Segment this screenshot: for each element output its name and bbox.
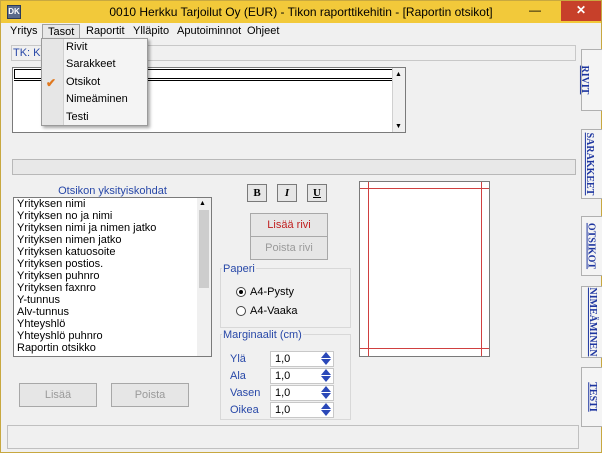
list-item[interactable]: Yrityksen puhnro [14,270,211,282]
tab-nimeaminen[interactable]: NIMEÄMINEN [581,286,602,358]
menu-item-nimeaminen[interactable]: Nimeäminen [66,91,128,108]
preview-margin-left [368,182,369,356]
margin-left-value[interactable]: 1,0 [275,387,290,399]
tab-sarakkeet[interactable]: SARAKKEET [581,129,602,199]
list-item[interactable]: Yrityksen postios. [14,258,211,270]
title-bar: DK 0010 Herkku Tarjoilut Oy (EUR) - Tiko… [1,1,601,23]
menu-aputoiminnot[interactable]: Aputoiminnot [172,24,246,39]
minimize-icon[interactable]: — [523,1,547,21]
list-item[interactable]: Raportin otsikko [14,342,211,354]
scroll-up-icon[interactable]: ▲ [395,70,402,79]
margin-top-field[interactable]: 1,0 [270,351,334,367]
fields-list-label: Otsikon yksityiskohdat [58,185,167,197]
radio-a4-vaaka-label[interactable]: A4-Vaaka [250,305,298,317]
preview-margin-right [481,182,482,356]
remove-row-button[interactable]: Poista rivi [250,236,328,260]
tab-otsikot[interactable]: OTSIKOT [581,216,602,276]
list-item[interactable]: Yrityksen nimi [14,198,211,210]
menu-tasot[interactable]: Tasot [42,24,81,39]
preview-margin-top [360,188,489,189]
margin-top-value[interactable]: 1,0 [275,353,290,365]
preview-margin-bottom [360,348,489,349]
italic-button[interactable]: I [277,184,297,202]
radio-a4-vaaka[interactable] [236,306,246,316]
radio-a4-pysty[interactable] [236,287,246,297]
app-window: DK 0010 Herkku Tarjoilut Oy (EUR) - Tiko… [0,0,602,453]
margin-top-label: Ylä [230,353,246,365]
status-bar [7,425,579,449]
tab-testi[interactable]: TESTI [581,367,602,427]
close-icon[interactable]: ✕ [561,1,601,21]
margin-right-label: Oikea [230,404,259,416]
paper-group [220,268,351,328]
spin-icon[interactable] [321,403,331,417]
scroll-down-icon[interactable]: ▼ [395,122,402,131]
menu-yritys[interactable]: Yritys [5,24,43,39]
menu-item-otsikot[interactable]: Otsikot [66,74,100,91]
list-item[interactable]: Y-tunnus [14,294,211,306]
remove-button[interactable]: Poista [111,383,189,407]
margin-bottom-field[interactable]: 1,0 [270,368,334,384]
list-item[interactable]: Yrityksen no ja nimi [14,210,211,222]
fields-list[interactable]: Yrityksen nimi Yrityksen no ja nimi Yrit… [13,197,212,357]
bold-button[interactable]: B [247,184,267,202]
page-preview [359,181,490,357]
edit-bar[interactable] [12,159,576,175]
menu-item-testi[interactable]: Testi [66,109,89,126]
window-title: 0010 Herkku Tarjoilut Oy (EUR) - Tikon r… [109,5,493,19]
list-item[interactable]: Alv-tunnus [14,306,211,318]
menu-ohjeet[interactable]: Ohjeet [242,24,284,39]
list-item[interactable]: Yrityksen katuosoite [14,246,211,258]
add-button[interactable]: Lisää [19,383,97,407]
scroll-thumb[interactable] [199,210,209,288]
margin-bottom-label: Ala [230,370,246,382]
menu-raportit[interactable]: Raportit [81,24,130,39]
scroll-up-icon[interactable]: ▲ [199,199,206,208]
checkmark-icon: ✔ [46,76,57,90]
tab-otsikot-label: OTSIKOT [585,222,597,270]
spin-icon[interactable] [321,386,331,400]
radio-a4-pysty-label[interactable]: A4-Pysty [250,286,294,298]
list-item[interactable]: Yhteyshlö [14,318,211,330]
add-row-button[interactable]: Lisää rivi [250,213,328,237]
list-item[interactable]: Yrityksen nimi ja nimen jatko [14,222,211,234]
tasot-dropdown: ✔ Rivit Sarakkeet Otsikot Nimeäminen Tes… [41,38,148,126]
tab-rivit-label: RIVIT [578,65,590,95]
list-scrollbar[interactable]: ▲ [197,198,211,356]
grid-scrollbar[interactable]: ▲ ▼ [392,68,405,132]
underline-button[interactable]: U [307,184,327,202]
margin-left-field[interactable]: 1,0 [270,385,334,401]
margin-right-value[interactable]: 1,0 [275,404,290,416]
menu-bar: Yritys Tasot Raportit Ylläpito Aputoimin… [1,23,601,39]
margins-label: Marginaalit (cm) [222,329,303,341]
tab-sarakkeet-label: SARAKKEET [583,132,595,196]
margin-right-field[interactable]: 1,0 [270,402,334,418]
tab-rivit[interactable]: RIVIT [578,49,602,111]
tab-nimeaminen-label: NIMEÄMINEN [586,287,598,357]
menu-yllapito[interactable]: Ylläpito [128,24,174,39]
margin-left-label: Vasen [230,387,261,399]
menu-item-sarakkeet[interactable]: Sarakkeet [66,56,116,73]
list-item[interactable]: Yrityksen nimen jatko [14,234,211,246]
list-item[interactable]: Yhteyshlö puhnro [14,330,211,342]
menu-item-rivit[interactable]: Rivit [66,39,87,56]
margin-bottom-value[interactable]: 1,0 [275,370,290,382]
paper-label: Paperi [222,263,256,275]
tab-testi-label: TESTI [587,382,599,412]
list-item[interactable]: Yrityksen faxnro [14,282,211,294]
spin-icon[interactable] [321,352,331,366]
spin-icon[interactable] [321,369,331,383]
